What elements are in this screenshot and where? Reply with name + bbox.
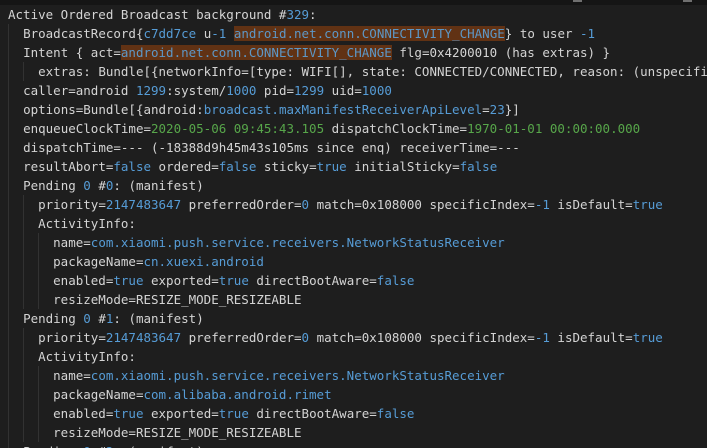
code-line: resultAbort=false ordered=false sticky=t… — [0, 157, 707, 176]
code-line: enabled=true exported=true directBootAwa… — [0, 404, 707, 423]
code-line: Active Ordered Broadcast background #329… — [0, 5, 707, 24]
code-line: packageName=com.alibaba.android.rimet — [0, 385, 707, 404]
clipped-text-fragment — [573, 0, 582, 2]
code-line: ActivityInfo: — [0, 347, 707, 366]
clipped-text-fragment — [683, 0, 692, 2]
code-line: options=Bundle[{android:broadcast.maxMan… — [0, 100, 707, 119]
code-line: resizeMode=RESIZE_MODE_RESIZEABLE — [0, 290, 707, 309]
code-line: packageName=cn.xuexi.android — [0, 252, 707, 271]
code-area[interactable]: Active Ordered Broadcast background #329… — [0, 5, 707, 448]
search-match-highlight: android.net.conn.CONNECTIVITY_CHANGE — [121, 45, 392, 60]
editor-log-view: Active Ordered Broadcast background #329… — [0, 0, 707, 448]
code-line: dispatchTime=--- (-18388d9h45m43s105ms s… — [0, 138, 707, 157]
code-line: extras: Bundle[{networkInfo=[type: WIFI[… — [0, 62, 707, 81]
code-line: enabled=true exported=true directBootAwa… — [0, 271, 707, 290]
code-line: ActivityInfo: — [0, 214, 707, 233]
code-line: Intent { act=android.net.conn.CONNECTIVI… — [0, 43, 707, 62]
code-line: name=com.xiaomi.push.service.receivers.N… — [0, 233, 707, 252]
code-line: priority=2147483647 preferredOrder=0 mat… — [0, 328, 707, 347]
search-match-highlight: android.net.conn.CONNECTIVITY_CHANGE — [234, 26, 505, 41]
code-line: caller=android 1299:system/1000 pid=1299… — [0, 81, 707, 100]
code-line: priority=2147483647 preferredOrder=0 mat… — [0, 195, 707, 214]
code-line: Pending 0 #0: (manifest) — [0, 176, 707, 195]
code-line: Pending 0 #2: (manifest) — [0, 442, 707, 448]
code-line: enqueueClockTime=2020-05-06 09:45:43.105… — [0, 119, 707, 138]
code-line: resizeMode=RESIZE_MODE_RESIZEABLE — [0, 423, 707, 442]
code-line: Pending 0 #1: (manifest) — [0, 309, 707, 328]
code-line: BroadcastRecord{c7dd7ce u-1 android.net.… — [0, 24, 707, 43]
code-line: name=com.xiaomi.push.service.receivers.N… — [0, 366, 707, 385]
